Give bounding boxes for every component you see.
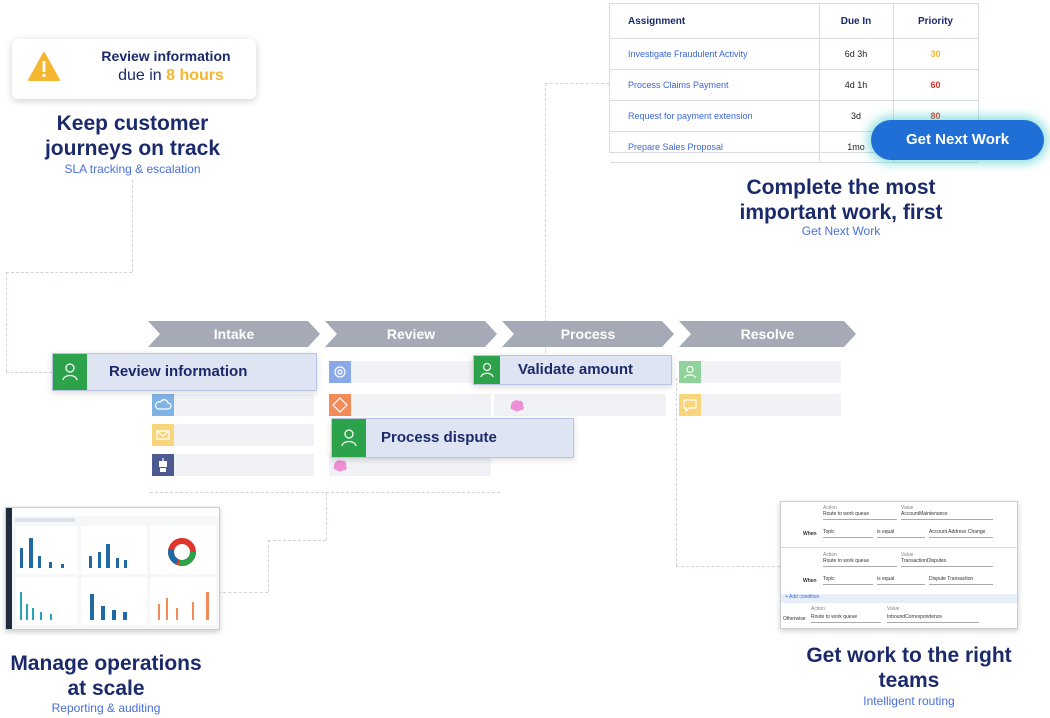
connector-line bbox=[326, 492, 327, 540]
column-header-assignment: Assignment bbox=[610, 4, 820, 39]
when-label: When bbox=[803, 578, 817, 584]
step-row bbox=[152, 454, 314, 476]
table-row[interactable]: Process Claims Payment 4d 1h 60 bbox=[610, 69, 978, 101]
connector-line bbox=[676, 378, 677, 566]
user-icon-box bbox=[53, 354, 87, 390]
action-field[interactable]: Route to work queue bbox=[823, 511, 897, 520]
operator-select[interactable]: is equal bbox=[877, 576, 925, 585]
otherwise-label: Otherwise bbox=[783, 616, 806, 622]
step-row bbox=[152, 424, 314, 446]
connector-line bbox=[268, 540, 326, 541]
connector-line bbox=[545, 83, 609, 84]
column-header-priority: Priority bbox=[893, 4, 978, 39]
value-field[interactable]: AccountMaintenance bbox=[901, 511, 993, 520]
value-field[interactable]: TransactionDisputes bbox=[901, 558, 993, 567]
get-next-heading: Complete the most important work, first bbox=[739, 176, 943, 224]
get-next-work-button[interactable]: Get Next Work bbox=[871, 120, 1044, 160]
connector-line bbox=[268, 540, 269, 592]
cloud-icon bbox=[152, 394, 174, 416]
robot-icon bbox=[152, 454, 174, 476]
connector-line bbox=[676, 566, 780, 567]
assignment-link[interactable]: Investigate Fraudulent Activity bbox=[610, 38, 820, 70]
step-process-dispute[interactable]: Process dispute bbox=[331, 418, 574, 458]
add-condition-link[interactable]: + Add condition bbox=[781, 594, 1017, 603]
assignment-link[interactable]: Prepare Sales Proposal bbox=[610, 131, 820, 163]
step-validate-amount[interactable]: Validate amount bbox=[473, 355, 672, 385]
get-next-subheading: Get Next Work bbox=[801, 224, 881, 238]
action-label: Action bbox=[811, 606, 825, 612]
alert-due: due in 8 hours bbox=[118, 67, 224, 84]
gear-icon bbox=[329, 361, 351, 383]
step-review-information[interactable]: Review information bbox=[52, 353, 317, 391]
sla-subheading: SLA tracking & escalation bbox=[64, 162, 201, 176]
alert-title: Review information bbox=[101, 48, 231, 64]
due-cell: 4d 1h bbox=[819, 69, 894, 101]
field-select[interactable]: Topic bbox=[823, 529, 873, 538]
connector-line bbox=[218, 592, 268, 593]
step-row bbox=[152, 394, 314, 416]
stage-resolve: Resolve bbox=[679, 321, 856, 347]
action-field[interactable]: Route to work queue bbox=[811, 614, 881, 623]
priority-cell: 30 bbox=[893, 38, 978, 70]
step-label: Process dispute bbox=[381, 429, 497, 446]
due-cell: 6d 3h bbox=[819, 38, 894, 70]
step-row bbox=[329, 361, 491, 383]
step-row bbox=[679, 361, 841, 383]
routing-subheading: Intelligent routing bbox=[863, 694, 955, 708]
warning-icon bbox=[28, 52, 60, 87]
reporting-heading: Manage operations at scale bbox=[10, 652, 202, 700]
column-header-due: Due In bbox=[819, 4, 894, 39]
connector-line bbox=[6, 272, 7, 372]
reporting-subheading: Reporting & auditing bbox=[51, 701, 161, 715]
sla-heading: Keep customer journeys on track bbox=[44, 112, 221, 160]
routing-rules-thumbnail: Action Value Route to work queue Account… bbox=[780, 501, 1018, 629]
step-row bbox=[329, 394, 491, 416]
action-field[interactable]: Route to work queue bbox=[823, 558, 897, 567]
routing-heading: Get work to the right teams bbox=[806, 644, 1012, 692]
connector-line bbox=[6, 272, 132, 273]
field-select[interactable]: Topic bbox=[823, 576, 873, 585]
mail-icon bbox=[152, 424, 174, 446]
operator-select[interactable]: is equal bbox=[877, 529, 925, 538]
chat-icon bbox=[679, 394, 701, 416]
user-icon-box bbox=[332, 419, 366, 457]
stage-review: Review bbox=[325, 321, 497, 347]
when-label: When bbox=[803, 531, 817, 537]
stage-process: Process bbox=[502, 321, 674, 347]
condition-value[interactable]: Account Address Change bbox=[929, 529, 993, 538]
table-row[interactable]: Investigate Fraudulent Activity 6d 3h 30 bbox=[610, 38, 978, 70]
decision-icon bbox=[329, 394, 351, 416]
connector-line bbox=[150, 492, 500, 493]
assignment-link[interactable]: Request for payment extension bbox=[610, 100, 820, 132]
value-label: Value bbox=[887, 606, 900, 612]
stage-intake: Intake bbox=[148, 321, 320, 347]
condition-value[interactable]: Dispute Transaction bbox=[929, 576, 993, 585]
priority-cell: 60 bbox=[893, 69, 978, 101]
user-icon bbox=[679, 361, 701, 383]
connector-line bbox=[6, 372, 52, 373]
step-row bbox=[679, 394, 841, 416]
connector-line bbox=[132, 180, 133, 272]
user-icon-box bbox=[474, 356, 500, 384]
assignment-link[interactable]: Process Claims Payment bbox=[610, 69, 820, 101]
value-field[interactable]: InboundCorrespondence bbox=[887, 614, 979, 623]
step-label: Validate amount bbox=[518, 361, 634, 378]
reporting-dashboard-thumbnail bbox=[5, 507, 220, 630]
ai-brain-icon bbox=[506, 394, 528, 416]
step-label: Review information bbox=[109, 363, 248, 380]
sla-alert-card: Review information due in 8 hours bbox=[12, 39, 256, 99]
